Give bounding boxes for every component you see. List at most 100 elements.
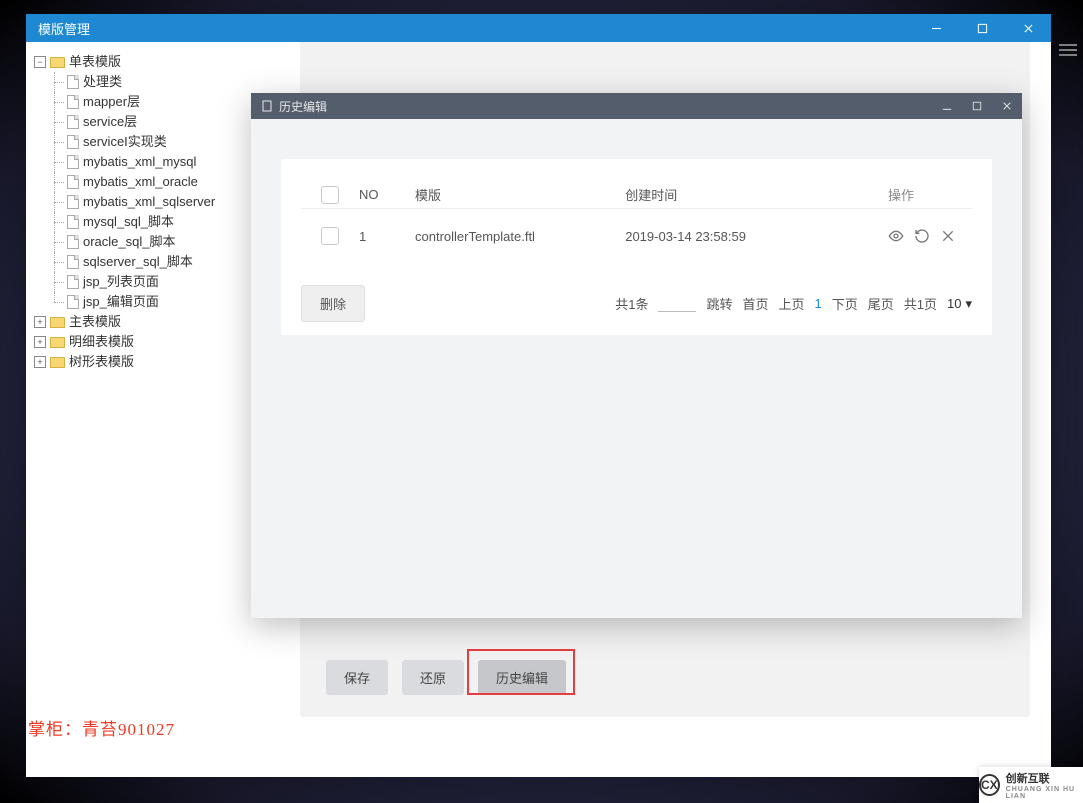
close-button[interactable] (1005, 14, 1051, 42)
titlebar: 模版管理 (26, 14, 1051, 42)
tree-file[interactable]: jsp_编辑页面 (34, 292, 256, 312)
expand-icon[interactable]: + (34, 336, 46, 348)
history-card: NO 模版 创建时间 操作 1 controllerTemplate.ftl 2… (281, 159, 992, 335)
pager-last[interactable]: 尾页 (868, 294, 894, 313)
tree-file[interactable]: serviceI实现类 (34, 132, 256, 152)
tree-label: mybatis_xml_oracle (83, 172, 198, 192)
tree-label: serviceI实现类 (83, 132, 167, 152)
col-created: 创建时间 (625, 185, 888, 204)
tree-label: sqlserver_sql_脚本 (83, 252, 193, 272)
folder-icon (50, 357, 65, 368)
view-icon[interactable] (888, 228, 904, 244)
window-buttons (913, 14, 1051, 42)
row-template: controllerTemplate.ftl (415, 229, 625, 244)
pager-next[interactable]: 下页 (832, 294, 858, 313)
delete-icon[interactable] (940, 228, 956, 244)
pager-jump[interactable]: 跳转 (706, 294, 732, 313)
history-titlebar: 历史编辑 (251, 93, 1022, 119)
tree-file[interactable]: mapper层 (34, 92, 256, 112)
table-header: NO 模版 创建时间 操作 (301, 181, 972, 209)
window-title: 模版管理 (38, 19, 90, 38)
select-all-checkbox[interactable] (321, 186, 339, 204)
row-checkbox[interactable] (321, 227, 339, 245)
tree-label: mysql_sql_脚本 (83, 212, 174, 232)
page-size-select[interactable]: 10 ▾ (947, 296, 972, 312)
tree-label: mapper层 (83, 92, 140, 112)
tree-file[interactable]: oracle_sql_脚本 (34, 232, 256, 252)
expand-icon[interactable]: + (34, 356, 46, 368)
file-icon (67, 135, 79, 149)
tree-label: mybatis_xml_sqlserver (83, 192, 215, 212)
tree-label: jsp_编辑页面 (83, 292, 159, 312)
pager-pages-total: 共1页 (904, 294, 937, 313)
table-row: 1 controllerTemplate.ftl 2019-03-14 23:5… (301, 209, 972, 263)
tree-folder[interactable]: + 主表模版 (34, 312, 256, 332)
tree-file[interactable]: mysql_sql_脚本 (34, 212, 256, 232)
tree-label: 处理类 (83, 72, 122, 92)
folder-icon (50, 57, 65, 68)
folder-icon (50, 337, 65, 348)
pager-first[interactable]: 首页 (742, 294, 768, 313)
watermark: 掌柜：青苔901027 (28, 715, 175, 740)
delete-button[interactable]: 删除 (301, 285, 365, 322)
col-template: 模版 (415, 185, 625, 204)
pager-current: 1 (815, 296, 822, 311)
minimize-button[interactable] (913, 14, 959, 42)
folder-icon (50, 317, 65, 328)
tree-file[interactable]: jsp_列表页面 (34, 272, 256, 292)
tree-file[interactable]: mybatis_xml_sqlserver (34, 192, 256, 212)
pager: 共1条 跳转 首页 上页 1 下页 尾页 共1页 10 ▾ (301, 294, 972, 313)
pager-total: 共1条 (615, 294, 648, 313)
file-icon (67, 115, 79, 129)
collapse-icon[interactable]: − (34, 56, 46, 68)
action-row: 保存 还原 历史编辑 (326, 660, 566, 695)
tree-folder-root[interactable]: − 单表模版 (34, 52, 256, 72)
document-icon (261, 100, 273, 112)
restore-button[interactable]: 还原 (402, 660, 464, 695)
file-icon (67, 295, 79, 309)
tree-label: mybatis_xml_mysql (83, 152, 196, 172)
tree-file[interactable]: service层 (34, 112, 256, 132)
tree-file[interactable]: 处理类 (34, 72, 256, 92)
brand-text: 创新互联 (1006, 770, 1083, 786)
expand-icon[interactable]: + (34, 316, 46, 328)
pager-jump-input[interactable] (658, 296, 696, 312)
hamburger-menu[interactable] (1059, 44, 1077, 56)
dropdown-icon: ▾ (965, 296, 972, 312)
restore-icon[interactable] (914, 228, 930, 244)
tree-folder[interactable]: + 树形表模版 (34, 352, 256, 372)
tree-label: oracle_sql_脚本 (83, 232, 176, 252)
tree-sidebar: − 单表模版 处理类mapper层service层serviceI实现类myba… (26, 42, 260, 777)
file-icon (67, 275, 79, 289)
history-close[interactable] (992, 93, 1022, 119)
col-no: NO (359, 187, 415, 202)
row-created: 2019-03-14 23:58:59 (625, 229, 888, 244)
file-icon (67, 175, 79, 189)
brand-icon: CX (979, 774, 1000, 796)
file-icon (67, 215, 79, 229)
maximize-button[interactable] (959, 14, 1005, 42)
history-title: 历史编辑 (279, 98, 327, 115)
tree-file[interactable]: mybatis_xml_mysql (34, 152, 256, 172)
history-minimize[interactable] (932, 93, 962, 119)
tree-label: 明细表模版 (69, 332, 134, 352)
main-window: 模版管理 − 单表模版 处理类mapper层service层serviceI实现… (26, 14, 1051, 777)
row-no: 1 (359, 229, 415, 244)
col-ops: 操作 (888, 185, 972, 204)
tree-file[interactable]: sqlserver_sql_脚本 (34, 252, 256, 272)
file-icon (67, 95, 79, 109)
tree-label: 树形表模版 (69, 352, 134, 372)
tree-label: 单表模版 (69, 52, 121, 72)
tree-file[interactable]: mybatis_xml_oracle (34, 172, 256, 192)
pager-prev[interactable]: 上页 (778, 294, 804, 313)
brand-logo: CX 创新互联 CHUANG XIN HU LIAN (979, 767, 1083, 803)
tree-folder[interactable]: + 明细表模版 (34, 332, 256, 352)
file-icon (67, 195, 79, 209)
history-button[interactable]: 历史编辑 (478, 660, 566, 695)
tree-label: jsp_列表页面 (83, 272, 159, 292)
tree-label: 主表模版 (69, 312, 121, 332)
file-icon (67, 235, 79, 249)
save-button[interactable]: 保存 (326, 660, 388, 695)
history-maximize[interactable] (962, 93, 992, 119)
file-icon (67, 75, 79, 89)
